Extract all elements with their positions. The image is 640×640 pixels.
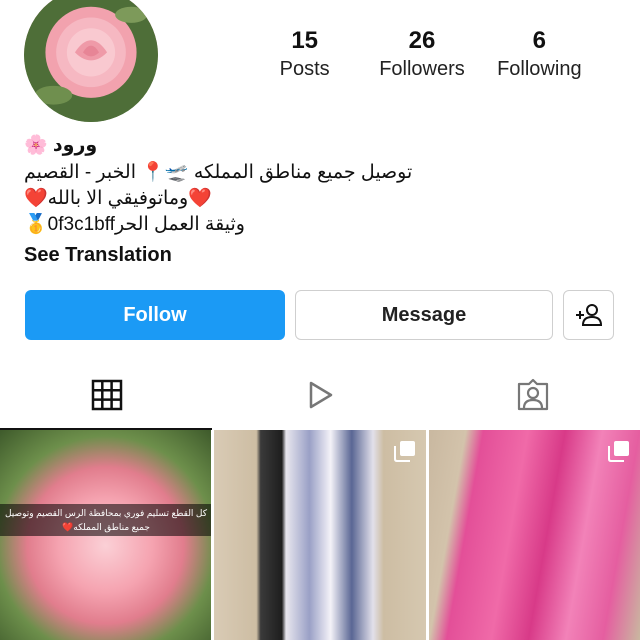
profile-tabs — [0, 360, 640, 430]
following-count: 6 — [532, 27, 546, 54]
multiple-photos-icon — [607, 441, 629, 462]
see-translation-link[interactable]: See Translation — [24, 240, 524, 270]
post-thumbnail[interactable] — [428, 430, 640, 640]
message-button[interactable]: Message — [295, 290, 553, 340]
display-name: ورود 🌸 — [24, 135, 98, 156]
bio-line: ❤️وماتوفيقي الا بالله❤️ — [24, 188, 212, 209]
followers-count: 26 — [408, 27, 436, 54]
profile-bio: ورود 🌸 توصيل جميع مناطق المملكه 🛫📍 الخبر… — [24, 132, 524, 270]
post-caption: كل القطع تسليم فوري بمحافظة الرس القصيم … — [0, 504, 212, 536]
add-user-icon — [575, 304, 602, 326]
tab-posts-grid[interactable] — [0, 360, 213, 430]
post-thumbnail[interactable] — [214, 430, 426, 640]
reels-play-icon — [309, 381, 333, 409]
post-thumbnail[interactable]: كل القطع تسليم فوري بمحافظة الرس القصيم … — [0, 430, 212, 640]
posts-count: 15 — [291, 27, 319, 54]
multiple-photos-icon — [393, 441, 415, 462]
rose-photo-icon — [24, 0, 158, 122]
add-user-button[interactable] — [563, 290, 614, 340]
tagged-person-icon — [518, 378, 549, 411]
posts-label: Posts — [279, 58, 330, 80]
following-label: Following — [497, 58, 582, 80]
grid-icon — [91, 379, 122, 411]
bio-line: توصيل جميع مناطق المملكه 🛫📍 الخبر - القص… — [24, 162, 413, 183]
profile-stats: 15 Posts 26 Followers 6 Following — [246, 26, 598, 82]
posts-grid: كل القطع تسليم فوري بمحافظة الرس القصيم … — [0, 430, 640, 640]
follow-button[interactable]: Follow — [25, 290, 285, 340]
bio-line: وثيقة العمل الحر0f3c1bff🥇 — [24, 214, 245, 235]
tab-tagged[interactable] — [427, 360, 640, 430]
profile-avatar[interactable] — [24, 0, 158, 122]
followers-label: Followers — [379, 58, 465, 80]
followers-stat[interactable]: 26 Followers — [363, 26, 480, 82]
posts-stat[interactable]: 15 Posts — [246, 26, 363, 82]
following-stat[interactable]: 6 Following — [481, 26, 598, 82]
tab-reels[interactable] — [213, 360, 426, 430]
